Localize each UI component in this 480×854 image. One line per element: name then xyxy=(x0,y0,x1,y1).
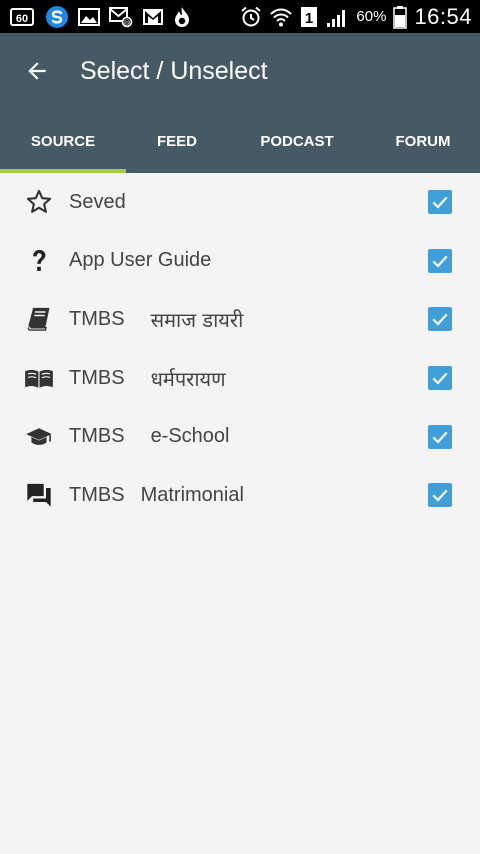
s-app-icon xyxy=(45,5,69,29)
toolbar: Select / Unselect xyxy=(0,33,480,109)
list-item-e-school[interactable]: TMBS e-School xyxy=(0,407,480,466)
check-icon xyxy=(432,255,448,268)
checkbox-seved[interactable] xyxy=(428,190,452,215)
list-item-label: TMBS समाज डायरी xyxy=(69,307,244,332)
sixty-badge-icon: 60 xyxy=(10,7,36,27)
arrow-back-icon xyxy=(28,62,46,80)
gmail-icon xyxy=(142,8,164,26)
image-icon xyxy=(78,7,100,27)
list-item-label: App User Guide xyxy=(69,249,212,272)
list-item-matrimonial[interactable]: TMBS Matrimonial xyxy=(0,466,480,525)
mail-attachment-icon: @ xyxy=(109,6,133,28)
check-icon xyxy=(432,196,448,209)
open-book-icon xyxy=(24,363,54,393)
back-button[interactable] xyxy=(0,33,74,109)
list-item-label: TMBS Matrimonial xyxy=(69,483,244,506)
clock: 16:54 xyxy=(414,3,472,29)
tab-source[interactable]: SOURCE xyxy=(0,109,126,173)
battery-percent: 60% xyxy=(356,8,387,25)
list-item-label: Seved xyxy=(69,190,126,213)
app-bar: Select / Unselect SOURCE FEED PODCAST FO… xyxy=(0,33,480,173)
list-item-seved[interactable]: Seved xyxy=(0,173,480,232)
checkbox-matrimonial[interactable] xyxy=(428,483,452,508)
checkbox-e-school[interactable] xyxy=(428,424,452,449)
list-item-label: TMBS धर्मपरायण xyxy=(69,366,226,391)
status-bar: 60 @ 1 60% 16:54 xyxy=(0,0,480,33)
battery-icon xyxy=(393,5,408,29)
book-icon xyxy=(24,304,54,334)
graduation-cap-icon xyxy=(24,422,54,452)
star-outline-icon xyxy=(24,187,54,217)
wifi-icon xyxy=(269,6,293,28)
tab-podcast[interactable]: PODCAST xyxy=(228,109,366,173)
alarm-icon xyxy=(240,6,262,28)
check-icon xyxy=(432,489,448,502)
sim-1-icon: 1 xyxy=(300,6,318,28)
tab-bar: SOURCE FEED PODCAST FORUM xyxy=(0,109,480,173)
checkbox-samaj-diary[interactable] xyxy=(428,307,452,332)
signal-icon xyxy=(325,6,349,28)
list-item-dharmparayan[interactable]: TMBS धर्मपरायण xyxy=(0,349,480,408)
list-item-app-user-guide[interactable]: App User Guide xyxy=(0,232,480,291)
question-icon xyxy=(24,246,54,276)
check-icon xyxy=(432,314,448,327)
source-list: Seved App User Guide TMBS समाज डायरी TMBS… xyxy=(0,173,480,525)
checkbox-dharmparayan[interactable] xyxy=(428,366,452,391)
status-bar-notifications: 60 @ xyxy=(0,0,191,33)
check-icon xyxy=(432,431,448,444)
flame-icon xyxy=(173,6,191,28)
svg-text:1: 1 xyxy=(305,10,313,27)
tab-forum[interactable]: FORUM xyxy=(366,109,480,173)
list-item-samaj-diary[interactable]: TMBS समाज डायरी xyxy=(0,290,480,349)
svg-text:@: @ xyxy=(124,19,131,27)
status-bar-system: 1 60% 16:54 xyxy=(240,0,480,33)
page-title: Select / Unselect xyxy=(80,56,268,85)
svg-text:60: 60 xyxy=(16,13,28,25)
forum-icon xyxy=(24,480,54,510)
check-icon xyxy=(432,372,448,385)
list-item-label: TMBS e-School xyxy=(69,425,230,448)
checkbox-app-user-guide[interactable] xyxy=(428,248,452,273)
tab-feed[interactable]: FEED xyxy=(126,109,228,173)
